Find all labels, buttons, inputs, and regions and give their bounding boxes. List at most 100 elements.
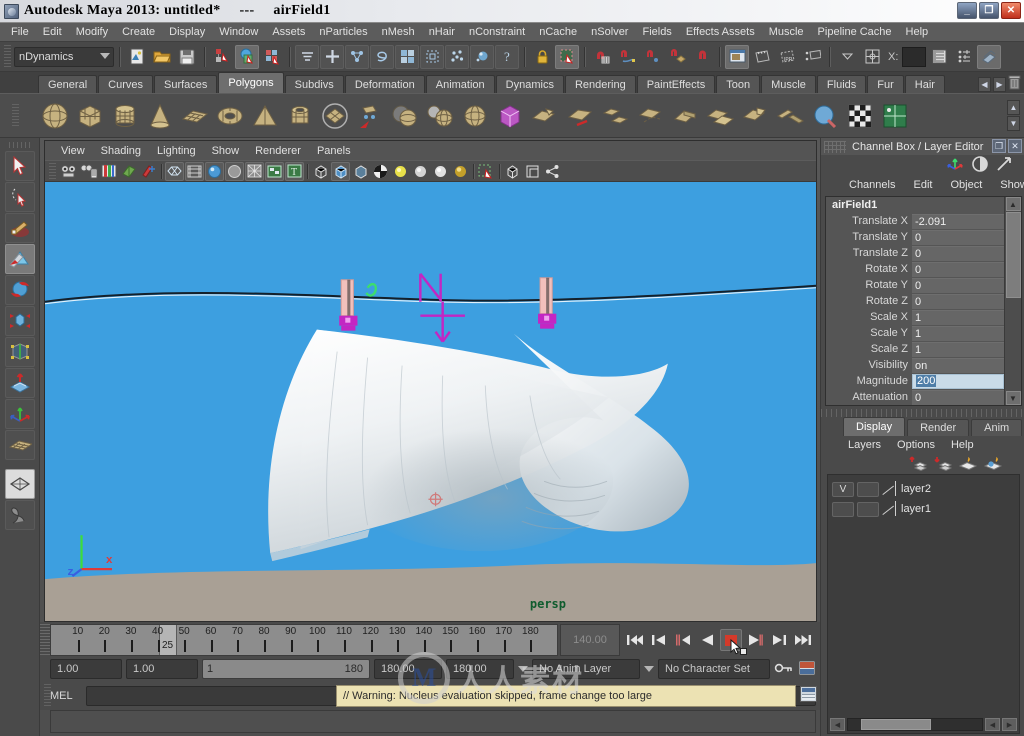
layer-editor-tab-display[interactable]: Display <box>843 417 906 436</box>
shelf-tab-muscle[interactable]: Muscle <box>761 75 816 93</box>
texture-icon[interactable] <box>265 161 284 181</box>
open-scene-icon[interactable] <box>150 45 174 69</box>
scroll-left-icon[interactable]: ◀ <box>830 718 845 731</box>
grid-toggle-icon[interactable] <box>503 162 522 181</box>
poly-cube-icon[interactable] <box>73 99 107 133</box>
wireframe-on-shaded-icon[interactable] <box>245 161 264 181</box>
animation-preferences-icon[interactable] <box>798 660 816 679</box>
anim-start-field[interactable]: 1.00 <box>50 659 122 679</box>
range-start-field[interactable]: 1.00 <box>126 659 198 679</box>
poly-uv-checker-icon[interactable] <box>843 99 877 133</box>
channel-value[interactable]: 0 <box>912 245 1004 261</box>
snap-spiral-icon[interactable] <box>370 44 394 69</box>
layer-menu-options[interactable]: Options <box>890 438 942 452</box>
snap-point-icon[interactable] <box>640 45 664 69</box>
channel-menu-channels[interactable]: Channels <box>841 178 903 192</box>
shelf-tab-painteffects[interactable]: PaintEffects <box>636 75 716 93</box>
layer-playback-toggle[interactable] <box>857 501 879 517</box>
viewport-menu-view[interactable]: View <box>53 144 93 158</box>
poly-cone-icon[interactable] <box>143 99 177 133</box>
isolate-select-icon[interactable] <box>477 162 496 181</box>
shadows-icon[interactable] <box>451 162 470 181</box>
menu-item-help[interactable]: Help <box>899 24 936 40</box>
layer-visibility-toggle[interactable]: V <box>832 481 854 497</box>
stop-playback-icon[interactable] <box>720 629 747 655</box>
select-object-icon[interactable] <box>235 44 259 69</box>
snap-to-curve-icon[interactable] <box>295 44 319 69</box>
auto-key-icon[interactable] <box>774 661 794 678</box>
shelf-tab-dynamics[interactable]: Dynamics <box>495 75 564 93</box>
shelf-tab-rendering[interactable]: Rendering <box>564 75 636 93</box>
channel-box-icon[interactable] <box>972 155 988 175</box>
move-layer-up-icon[interactable] <box>909 455 928 474</box>
show-manipulator-tool-icon[interactable] <box>4 399 35 429</box>
select-hierarchy-icon[interactable] <box>210 45 234 69</box>
menu-item-nmesh[interactable]: nMesh <box>375 24 422 40</box>
anim-end-field[interactable]: 180.00 <box>446 659 514 679</box>
render-settings-window-icon[interactable] <box>800 45 824 69</box>
ipr-render-icon[interactable] <box>445 44 469 69</box>
channel-row[interactable]: Magnitude 200 <box>826 373 1004 389</box>
chevron-down-icon[interactable] <box>835 45 859 69</box>
render-current-frame-icon[interactable] <box>750 45 774 69</box>
channel-row[interactable]: Scale X 1 <box>826 309 1004 325</box>
channel-row[interactable]: Translate Z 0 <box>826 245 1004 261</box>
attribute-editor-icon[interactable] <box>996 156 1012 175</box>
current-frame-field[interactable]: 140.00 <box>560 624 620 656</box>
menu-item-window[interactable]: Window <box>212 24 265 40</box>
share-icon[interactable] <box>543 162 562 181</box>
range-end-field[interactable]: 180.00 <box>374 659 442 679</box>
poly-uv-snapshot-icon[interactable] <box>878 99 912 133</box>
camera-attributes-icon[interactable] <box>79 162 98 181</box>
layer-color-swatch-icon[interactable] <box>882 501 898 517</box>
poly-torus-icon[interactable] <box>213 99 247 133</box>
shelf-grip[interactable] <box>12 103 19 128</box>
poly-triangulate-icon[interactable] <box>458 99 492 133</box>
checker-icon[interactable] <box>371 162 390 181</box>
character-set-selector[interactable]: No Character Set <box>658 659 770 679</box>
menu-set-selector[interactable]: nDynamics <box>14 46 114 67</box>
help-icon[interactable]: ? <box>495 44 519 69</box>
minimize-button[interactable]: _ <box>957 2 977 19</box>
script-editor-icon[interactable] <box>800 686 817 702</box>
xray-icon[interactable] <box>311 162 330 181</box>
channel-value[interactable]: -2.091 <box>912 213 1004 229</box>
play-forwards-icon[interactable] <box>744 629 766 651</box>
poly-disc-icon[interactable] <box>318 99 352 133</box>
poly-bridge-icon[interactable] <box>598 99 632 133</box>
shelf-tab-deformation[interactable]: Deformation <box>344 75 425 93</box>
single-perspective-layout-icon[interactable] <box>4 469 35 499</box>
channel-value[interactable]: 0 <box>912 229 1004 245</box>
poly-sphere-icon[interactable] <box>38 99 72 133</box>
range-bar[interactable]: 1 180 <box>202 659 370 679</box>
paint-select-tool-icon[interactable] <box>4 213 35 243</box>
channel-value[interactable]: 0 <box>912 277 1004 293</box>
channel-value[interactable]: 0 <box>912 389 1004 405</box>
play-backwards-icon[interactable] <box>696 629 718 651</box>
scroll-thumb[interactable] <box>861 719 932 730</box>
menu-item-fields[interactable]: Fields <box>635 24 678 40</box>
scroll-track[interactable] <box>847 718 983 731</box>
snap-plane-icon[interactable] <box>665 45 689 69</box>
scroll-up-icon[interactable]: ▲ <box>1005 197 1021 211</box>
layer-name[interactable]: layer2 <box>901 483 931 495</box>
layer-editor-tab-anim[interactable]: Anim <box>971 419 1023 436</box>
save-scene-icon[interactable] <box>175 45 199 69</box>
menu-item-ncache[interactable]: nCache <box>532 24 584 40</box>
viewport-menu-renderer[interactable]: Renderer <box>247 144 309 158</box>
shelf-tab-subdivs[interactable]: Subdivs <box>284 75 344 93</box>
poly-sculpt-icon[interactable] <box>808 99 842 133</box>
render-settings-icon[interactable] <box>470 44 494 69</box>
channel-row[interactable]: Rotate X 0 <box>826 261 1004 277</box>
viewport-toolbar-grip[interactable] <box>49 163 56 179</box>
time-slider-grip[interactable] <box>40 624 50 656</box>
four-view-layout-icon[interactable] <box>4 500 35 530</box>
toolbox-grip[interactable] <box>8 142 31 148</box>
snap-grid-icon[interactable] <box>590 45 614 69</box>
channel-box-toggle-icon[interactable] <box>927 45 951 69</box>
select-tool-icon[interactable] <box>4 151 35 181</box>
scroll-right-end-icon[interactable]: ▶ <box>1002 718 1017 731</box>
scroll-thumb[interactable] <box>1005 212 1021 298</box>
layer-menu-help[interactable]: Help <box>944 438 981 452</box>
viewport-menu-shading[interactable]: Shading <box>93 144 149 158</box>
